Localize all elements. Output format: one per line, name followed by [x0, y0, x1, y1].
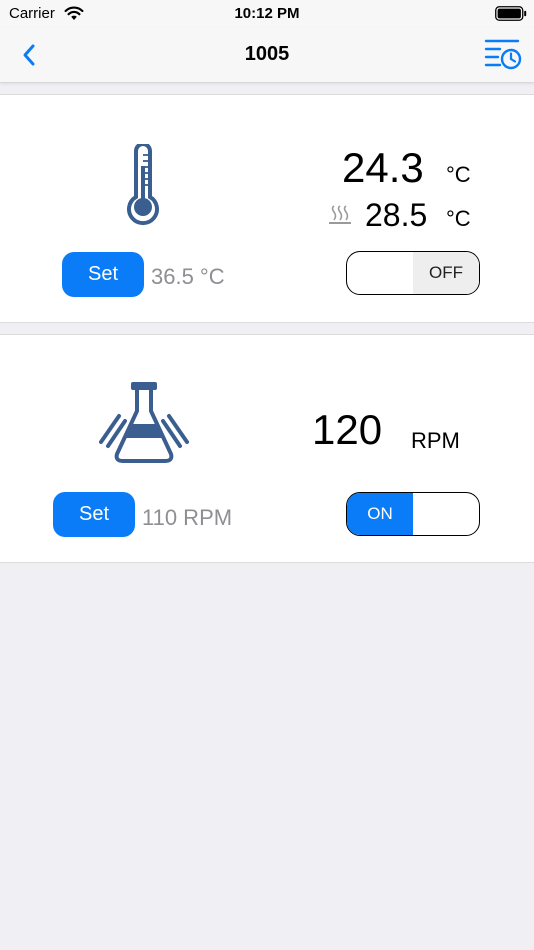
current-temperature-value: 24.3 — [342, 144, 424, 191]
current-speed-value: 120 — [312, 406, 383, 453]
heater-temperature-unit: °C — [446, 206, 471, 231]
set-speed-button[interactable]: Set — [53, 492, 135, 537]
status-bar: Carrier 10:12 PM — [0, 0, 534, 28]
heater-power-toggle[interactable]: OFF — [346, 251, 480, 295]
shaker-power-toggle[interactable]: ON — [346, 492, 480, 536]
current-temperature-unit: °C — [446, 162, 471, 187]
set-speed-value: 110 RPM — [142, 505, 233, 530]
temperature-card: 24.3 °C 28.5 °C Set 36.5 °C OFF — [0, 94, 534, 323]
toggle-off-label: OFF — [413, 252, 479, 294]
back-button[interactable] — [16, 40, 44, 70]
history-clock-icon — [484, 39, 522, 70]
shaking-flask-icon — [99, 382, 189, 463]
heater-icon — [329, 205, 351, 224]
current-speed-unit: RPM — [411, 428, 460, 453]
battery-icon — [495, 6, 527, 21]
toggle-on-label: ON — [347, 493, 413, 535]
set-temperature-button[interactable]: Set — [62, 252, 144, 297]
heater-temperature-value: 28.5 — [365, 197, 428, 233]
page-title: 1005 — [244, 43, 290, 65]
shaker-card: 120 RPM Set 110 RPM ON — [0, 334, 534, 563]
status-time: 10:12 PM — [234, 5, 300, 22]
thermometer-icon — [127, 144, 159, 226]
history-button[interactable] — [484, 38, 522, 72]
chevron-left-icon — [23, 44, 35, 66]
set-temperature-value: 36.5 °C — [151, 264, 225, 289]
navigation-bar: 1005 — [0, 28, 534, 83]
